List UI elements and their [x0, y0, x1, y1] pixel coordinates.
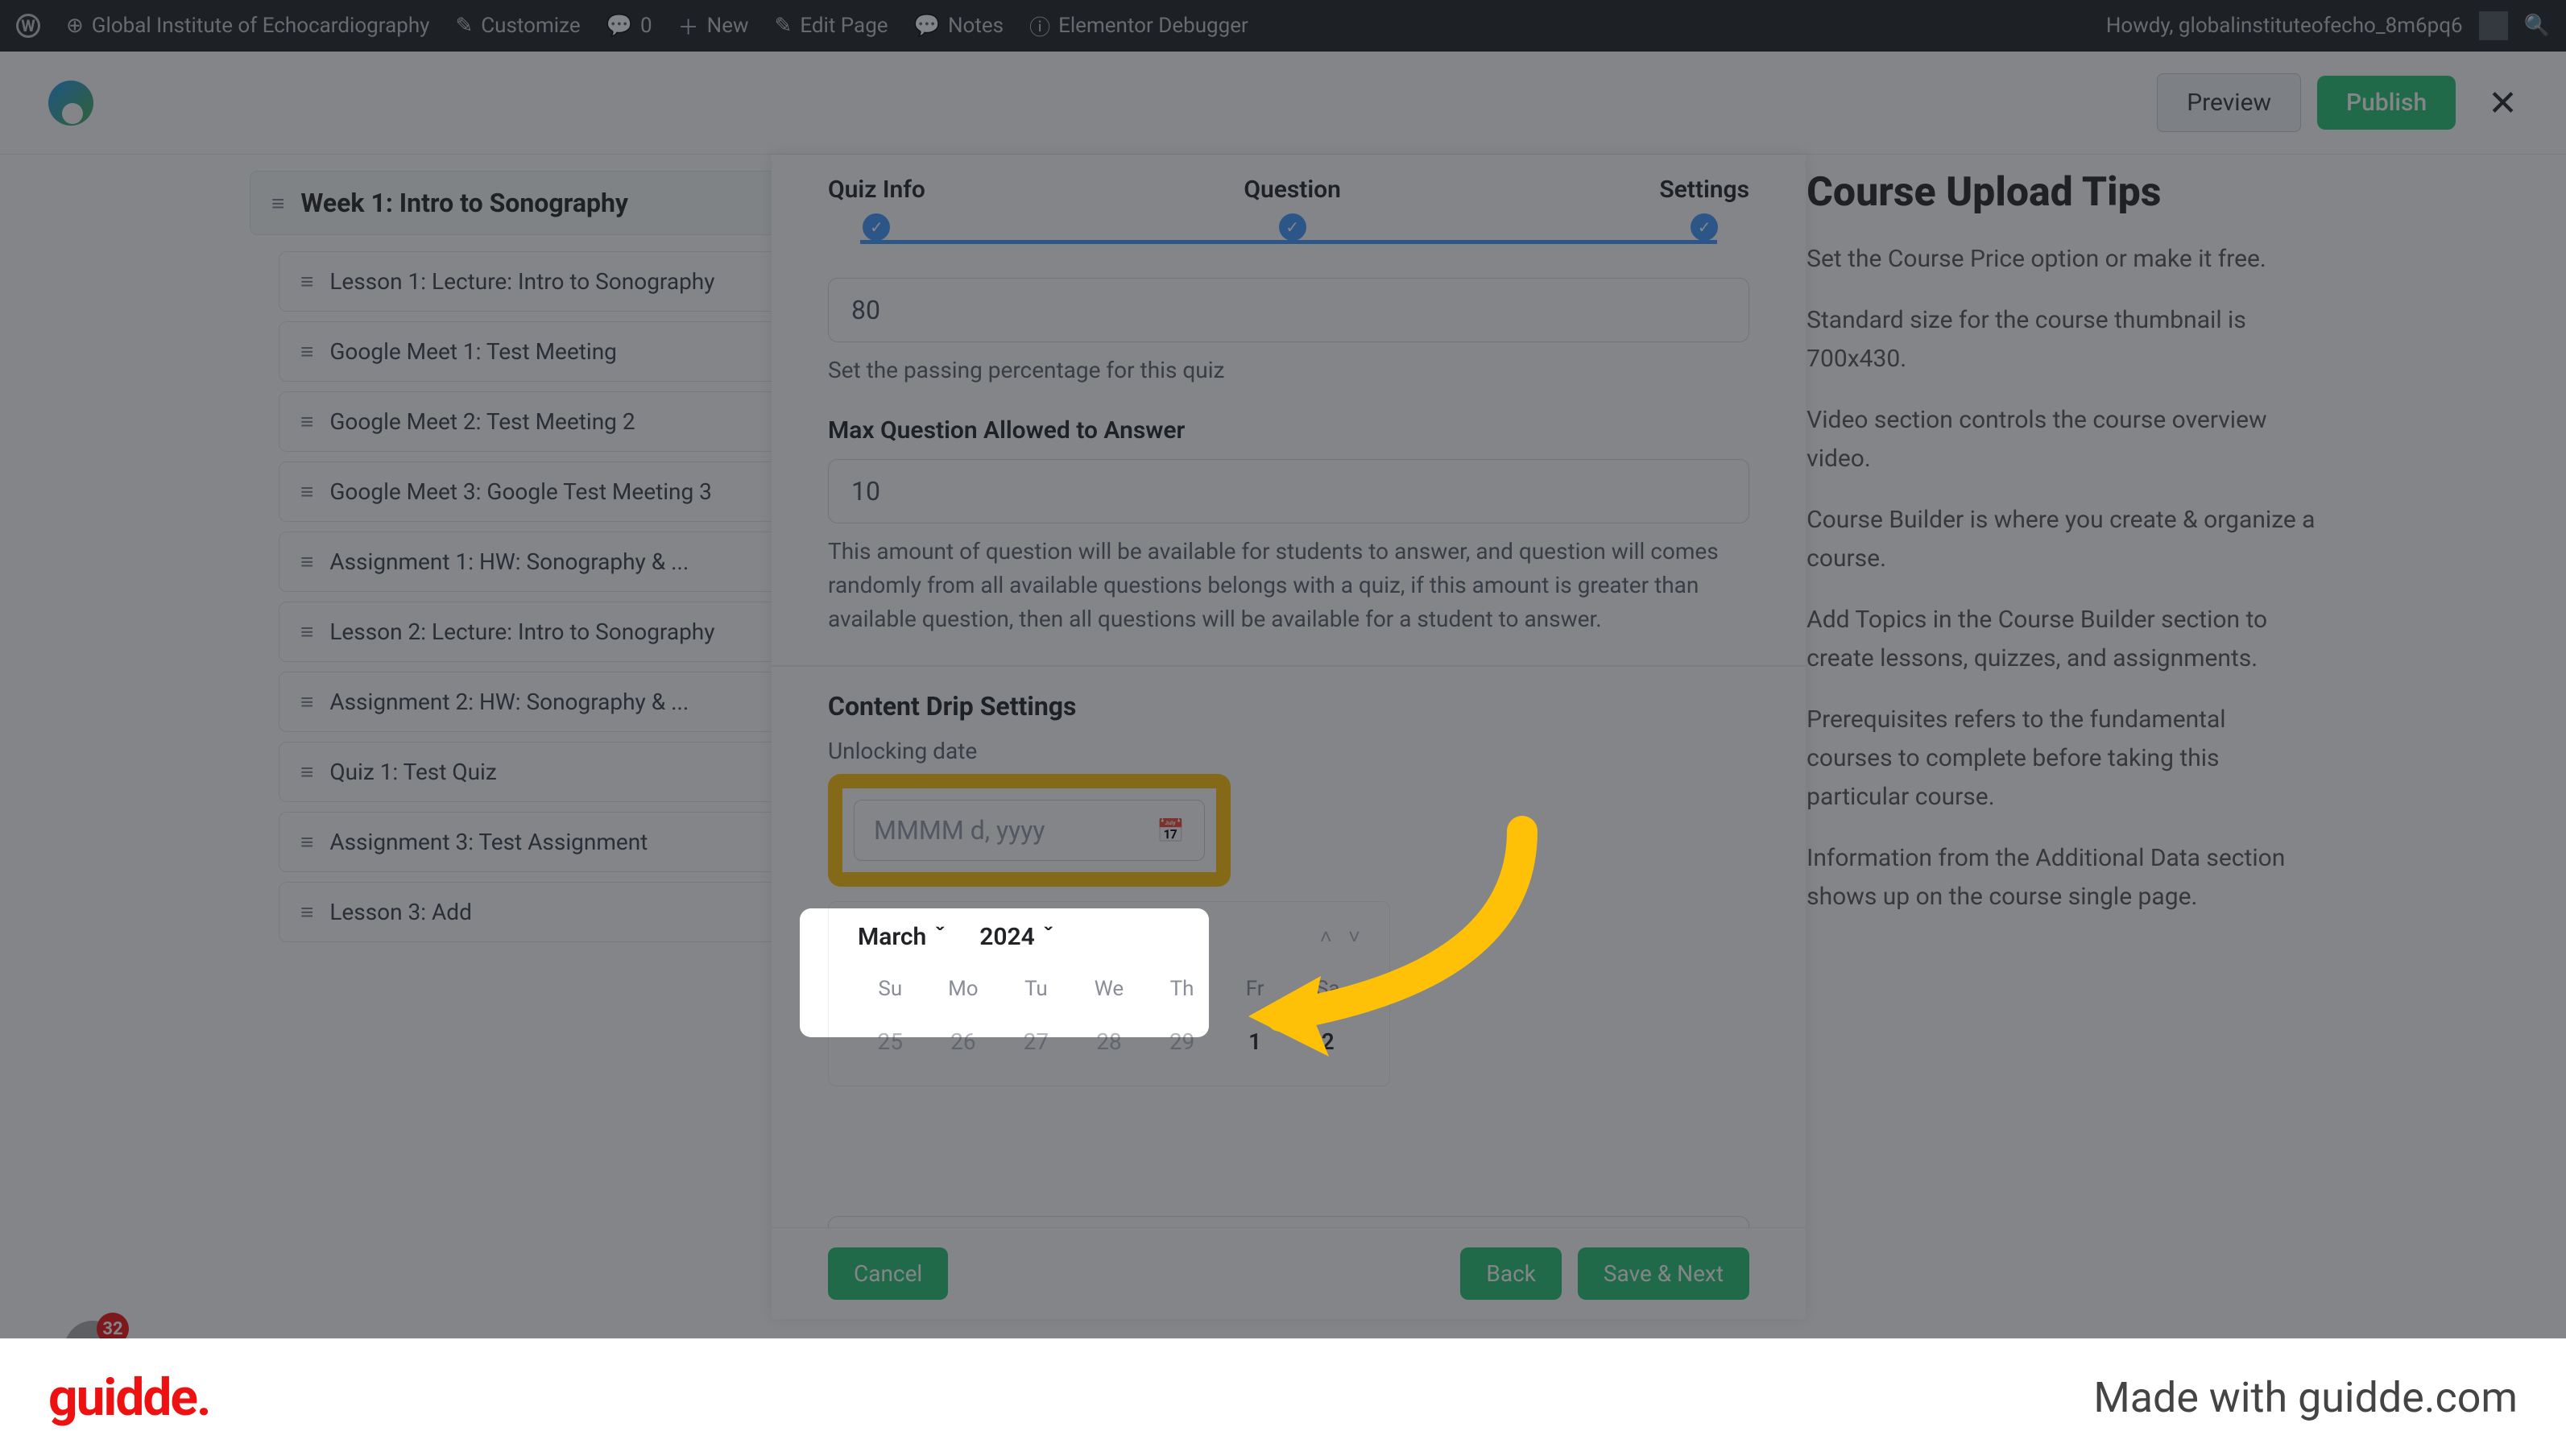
date-highlight: MMMM d, yyyy 📅: [828, 774, 1231, 887]
calendar-day[interactable]: 28: [1077, 1019, 1142, 1065]
lesson-label: Lesson 3: Add: [329, 899, 472, 925]
dow-label: Sa: [1295, 970, 1360, 1007]
lesson-item[interactable]: ≡ Assignment 1: HW: Sonography & ...: [279, 532, 839, 592]
user-avatar[interactable]: [2479, 11, 2508, 40]
tips-title: Course Upload Tips: [1807, 169, 2316, 216]
dow-label: Fr: [1223, 970, 1288, 1007]
drag-icon[interactable]: ≡: [300, 548, 313, 575]
lesson-item[interactable]: ≡ Google Meet 1: Test Meeting: [279, 321, 839, 382]
step-question[interactable]: Question: [1244, 176, 1341, 204]
course-sidebar: ≡ Week 1: Intro to Sonography ≡ Lesson 1:…: [250, 155, 839, 952]
drag-icon[interactable]: ≡: [300, 899, 313, 925]
drag-icon[interactable]: ≡: [300, 618, 313, 645]
passing-help: Set the passing percentage for this quiz: [828, 354, 1749, 387]
calendar-day[interactable]: 1: [1223, 1019, 1288, 1065]
drag-icon[interactable]: ≡: [300, 268, 313, 295]
lesson-label: Assignment 3: Test Assignment: [329, 829, 648, 855]
drag-icon[interactable]: ≡: [300, 408, 313, 435]
drag-icon[interactable]: ≡: [271, 190, 284, 217]
dow-label: Mo: [931, 970, 996, 1007]
chevron-down-icon: ˇ: [934, 923, 946, 951]
lesson-label: Assignment 2: HW: Sonography & ...: [329, 689, 689, 715]
lesson-item[interactable]: ≡ Assignment 3: Test Assignment: [279, 812, 839, 872]
guidde-footer: guidde. Made with guidde.com: [0, 1338, 2566, 1456]
year-selector[interactable]: 2024 ˇ: [979, 923, 1053, 951]
max-question-input[interactable]: 10: [828, 459, 1749, 523]
wp-logo[interactable]: W: [16, 14, 40, 38]
notes-link[interactable]: 💬 Notes: [914, 14, 1004, 38]
site-name[interactable]: ⊕ Global Institute of Echocardiography: [66, 14, 429, 38]
maxq-label: Max Question Allowed to Answer: [828, 416, 1749, 445]
preview-button[interactable]: Preview: [2157, 73, 2301, 132]
editor-topbar: Preview Publish ✕: [0, 52, 2566, 155]
lesson-item[interactable]: ≡ Assignment 2: HW: Sonography & ...: [279, 672, 839, 732]
lesson-label: Google Meet 1: Test Meeting: [329, 338, 617, 365]
tips-panel: Course Upload Tips Set the Course Price …: [1807, 155, 2316, 952]
dow-label: Th: [1149, 970, 1215, 1007]
date-picker: March ˇ 2024 ˇ ˄ ˅ SuMoTuWeThFrSa2526272…: [828, 901, 1390, 1086]
lesson-item[interactable]: ≡ Lesson 2: Lecture: Intro to Sonography: [279, 602, 839, 662]
dow-label: We: [1077, 970, 1142, 1007]
publish-button[interactable]: Publish: [2317, 76, 2456, 130]
back-button[interactable]: Back: [1460, 1247, 1562, 1300]
unlock-date-input[interactable]: MMMM d, yyyy 📅: [854, 800, 1205, 861]
calendar-day[interactable]: 26: [931, 1019, 996, 1065]
lesson-label: Quiz 1: Test Quiz: [329, 759, 496, 785]
save-next-button[interactable]: Save & Next: [1578, 1247, 1749, 1300]
prev-month-icon[interactable]: ˄: [1320, 924, 1332, 949]
lesson-item[interactable]: ≡ Quiz 1: Test Quiz: [279, 742, 839, 802]
drag-icon[interactable]: ≡: [300, 829, 313, 855]
drag-icon[interactable]: ≡: [300, 338, 313, 365]
next-month-icon[interactable]: ˅: [1348, 924, 1360, 949]
dow-label: Su: [858, 970, 923, 1007]
chevron-down-icon: ˇ: [1043, 923, 1054, 951]
calendar-day[interactable]: 27: [1004, 1019, 1069, 1065]
lesson-label: Lesson 1: Lecture: Intro to Sonography: [329, 268, 714, 295]
week-title: Week 1: Intro to Sonography: [300, 188, 628, 218]
lesson-label: Google Meet 3: Google Test Meeting 3: [329, 478, 712, 505]
calendar-day[interactable]: 2: [1295, 1019, 1360, 1065]
comments-link[interactable]: 💬 0: [606, 14, 652, 38]
step-settings[interactable]: Settings: [1659, 176, 1749, 204]
dow-label: Tu: [1004, 970, 1069, 1007]
date-placeholder: MMMM d, yyyy: [874, 815, 1045, 846]
lesson-item[interactable]: ≡ Lesson 3: Add: [279, 882, 839, 942]
step-quiz-info[interactable]: Quiz Info: [828, 176, 925, 204]
lesson-label: Lesson 2: Lecture: Intro to Sonography: [329, 618, 714, 645]
drag-icon[interactable]: ≡: [300, 478, 313, 505]
howdy-text[interactable]: Howdy, globalinstituteofecho_8m6pq6: [2106, 14, 2463, 38]
lesson-item[interactable]: ≡ Google Meet 3: Google Test Meeting 3: [279, 461, 839, 522]
lesson-label: Assignment 1: HW: Sonography & ...: [329, 548, 689, 575]
quiz-settings-modal: Quiz Info✓ Question✓ Settings✓ 80 Set th…: [772, 155, 1806, 1319]
lesson-item[interactable]: ≡ Google Meet 2: Test Meeting 2: [279, 391, 839, 452]
edit-page-link[interactable]: ✎ Edit Page: [775, 14, 888, 38]
maxq-help: This amount of question will be availabl…: [828, 535, 1749, 636]
elementor-debugger[interactable]: ⓘ Elementor Debugger: [1029, 11, 1248, 41]
drag-icon[interactable]: ≡: [300, 759, 313, 785]
site-logo[interactable]: [48, 81, 93, 126]
wp-admin-bar: W ⊕ Global Institute of Echocardiography…: [0, 0, 2566, 52]
cancel-button[interactable]: Cancel: [828, 1247, 948, 1300]
month-selector[interactable]: March ˇ: [858, 923, 946, 951]
lesson-label: Google Meet 2: Test Meeting 2: [329, 408, 635, 435]
calendar-icon[interactable]: 📅: [1157, 817, 1185, 844]
customize-link[interactable]: ✎ Customize: [455, 14, 580, 38]
passing-percentage-input[interactable]: 80: [828, 278, 1749, 342]
drag-icon[interactable]: ≡: [300, 689, 313, 715]
new-link[interactable]: ＋ New: [678, 11, 749, 41]
week-header[interactable]: ≡ Week 1: Intro to Sonography: [250, 171, 839, 235]
lesson-item[interactable]: ≡ Lesson 1: Lecture: Intro to Sonography: [279, 251, 839, 312]
calendar-day[interactable]: 25: [858, 1019, 923, 1065]
guidde-logo: guidde.: [48, 1367, 210, 1428]
made-with-text: Made with guidde.com: [2093, 1373, 2518, 1422]
drip-title: Content Drip Settings: [828, 691, 1749, 722]
search-icon[interactable]: 🔍: [2524, 14, 2550, 38]
close-icon[interactable]: ✕: [2488, 82, 2518, 124]
unlock-label: Unlocking date: [828, 738, 1749, 764]
calendar-day[interactable]: 29: [1149, 1019, 1215, 1065]
